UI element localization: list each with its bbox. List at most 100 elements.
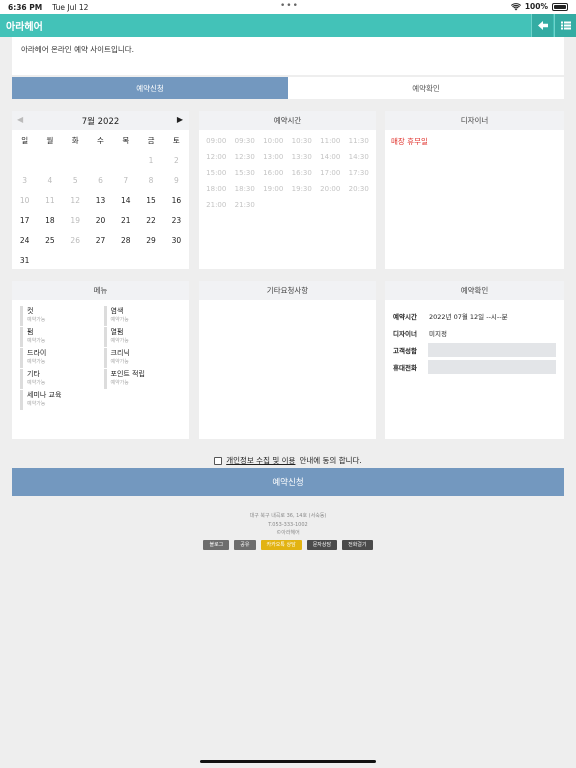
time-slot[interactable]: 20:30 <box>345 181 374 197</box>
confirm-designer-value: 미지정 <box>429 329 447 338</box>
menu-item[interactable]: 드라이 예약가능 <box>20 348 98 368</box>
calendar-day[interactable]: 19 <box>63 211 88 231</box>
time-slot[interactable]: 09:00 <box>202 133 231 149</box>
menu-item[interactable]: 염색 예약가능 <box>103 306 182 326</box>
menu-item[interactable]: 열펌 예약가능 <box>103 327 182 347</box>
time-slot[interactable]: 18:30 <box>231 181 260 197</box>
time-slot[interactable]: 20:00 <box>316 181 345 197</box>
calendar-day[interactable]: 5 <box>63 171 88 191</box>
calendar-grid: 일 월 화 수 목 금 토 1 2 3 4 5 6 7 8 9 10 11 12 13 14 15 16 17 18 19 20 21… <box>12 130 189 271</box>
menu-item-status: 예약가능 <box>110 359 129 365</box>
calendar-day[interactable]: 10 <box>12 191 37 211</box>
request-textarea[interactable] <box>199 300 376 438</box>
calendar-day[interactable]: 20 <box>88 211 113 231</box>
tab-reservation-request[interactable]: 예약신청 <box>12 77 288 99</box>
menu-list-icon[interactable] <box>554 14 576 37</box>
next-month-icon[interactable]: ▶ <box>177 115 183 124</box>
menu-item-name: 펌 <box>27 328 34 336</box>
app-title: 아라헤어 <box>6 22 43 33</box>
calendar-day[interactable]: 9 <box>164 171 189 191</box>
calendar-day[interactable]: 6 <box>88 171 113 191</box>
time-panel: 예약시간 09:00 09:30 10:00 10:30 11:00 11:30 12:00… <box>199 111 376 269</box>
time-slot[interactable]: 09:30 <box>231 133 260 149</box>
confirm-designer-label: 디자이너 <box>393 329 417 338</box>
time-slot[interactable]: 18:00 <box>202 181 231 197</box>
calendar-day[interactable]: 2 <box>164 151 189 171</box>
calendar-day[interactable]: 27 <box>88 231 113 251</box>
designer-panel-header: 디자이너 <box>385 111 564 130</box>
wifi-icon <box>510 2 521 10</box>
sms-consult-button[interactable]: 문자상담 <box>306 540 338 550</box>
customer-name-input[interactable] <box>427 342 556 357</box>
time-slot[interactable]: 19:00 <box>259 181 288 197</box>
calendar-day[interactable]: 15 <box>138 191 163 211</box>
time-slot[interactable]: 16:30 <box>288 165 317 181</box>
time-slot[interactable]: 13:30 <box>288 149 317 165</box>
calendar-day[interactable]: 4 <box>37 171 62 191</box>
back-arrow-icon[interactable] <box>531 14 553 37</box>
calendar-day[interactable]: 1 <box>138 151 163 171</box>
calendar-day[interactable]: 11 <box>37 191 62 211</box>
calendar-day[interactable]: 3 <box>12 171 37 191</box>
menu-item[interactable]: 포인트 적립 예약가능 <box>103 369 182 389</box>
menu-item[interactable]: 컷 예약가능 <box>20 306 98 326</box>
home-indicator[interactable] <box>200 760 376 763</box>
calendar-day[interactable]: 26 <box>63 231 88 251</box>
kakao-consult-button[interactable]: 카카오톡 상담 <box>260 540 302 550</box>
submit-reservation-button[interactable]: 예약신청 <box>12 468 564 496</box>
weekday-label: 금 <box>147 136 155 145</box>
calendar-day[interactable]: 22 <box>138 211 163 231</box>
time-slot[interactable]: 17:30 <box>345 165 374 181</box>
calendar-day[interactable]: 18 <box>37 211 62 231</box>
calendar-day[interactable]: 25 <box>37 231 62 251</box>
share-button[interactable]: 공유 <box>234 540 256 550</box>
call-button[interactable]: 전화걸기 <box>342 540 373 550</box>
time-slot[interactable]: 11:30 <box>345 133 374 149</box>
privacy-agree: 개인정보 수집 및 이용 안내에 동의 합니다. <box>0 455 576 466</box>
time-slot[interactable]: 21:30 <box>231 197 260 213</box>
time-slot[interactable]: 12:00 <box>202 149 231 165</box>
calendar-day[interactable]: 12 <box>63 191 88 211</box>
calendar-day[interactable]: 7 <box>113 171 138 191</box>
multitask-dots-icon[interactable]: ••• <box>280 2 299 11</box>
calendar-empty-cell <box>63 151 88 171</box>
calendar-day[interactable]: 29 <box>138 231 163 251</box>
menu-item[interactable]: 세미나 교육 예약가능 <box>20 390 98 410</box>
tab-reservation-check[interactable]: 예약확인 <box>288 77 564 99</box>
phone-input[interactable] <box>427 359 556 374</box>
calendar-day[interactable]: 14 <box>113 191 138 211</box>
time-slot[interactable]: 10:30 <box>288 133 317 149</box>
calendar-day[interactable]: 17 <box>12 211 37 231</box>
time-slot[interactable]: 14:30 <box>345 149 374 165</box>
time-slot[interactable]: 17:00 <box>316 165 345 181</box>
privacy-policy-link[interactable]: 개인정보 수집 및 이용 <box>226 455 295 466</box>
calendar-day[interactable]: 16 <box>164 191 189 211</box>
calendar-day[interactable]: 23 <box>164 211 189 231</box>
calendar-day[interactable]: 13 <box>88 191 113 211</box>
calendar-day[interactable]: 30 <box>164 231 189 251</box>
privacy-agree-checkbox[interactable] <box>214 456 223 465</box>
calendar-day[interactable]: 31 <box>12 251 37 271</box>
time-slot[interactable]: 16:00 <box>259 165 288 181</box>
time-slot[interactable]: 11:00 <box>316 133 345 149</box>
time-slot[interactable]: 15:30 <box>231 165 260 181</box>
menu-item-name: 컷 <box>27 307 34 315</box>
menu-item[interactable]: 크리닉 예약가능 <box>103 348 182 368</box>
time-slot[interactable]: 14:00 <box>316 149 345 165</box>
calendar-day[interactable]: 21 <box>113 211 138 231</box>
blog-button[interactable]: 블로그 <box>203 540 230 550</box>
calendar-month: 7월 2022 <box>81 117 120 127</box>
calendar-day[interactable]: 28 <box>113 231 138 251</box>
calendar-day[interactable]: 8 <box>138 171 163 191</box>
time-slot[interactable]: 21:00 <box>202 197 231 213</box>
calendar-empty-cell <box>113 151 138 171</box>
time-slot[interactable]: 13:00 <box>259 149 288 165</box>
time-slot[interactable]: 19:30 <box>288 181 317 197</box>
menu-item[interactable]: 기타 예약가능 <box>20 369 98 389</box>
time-slot[interactable]: 12:30 <box>231 149 260 165</box>
time-slot[interactable]: 15:00 <box>202 165 231 181</box>
menu-item[interactable]: 펌 예약가능 <box>20 327 98 347</box>
calendar-day[interactable]: 24 <box>12 231 37 251</box>
time-slot[interactable]: 10:00 <box>259 133 288 149</box>
menu-list: 컷 예약가능 염색 예약가능 펌 예약가능 열펌 예약가능 드라이 예약가능 크리닉 예약가능 기타 예약… <box>12 300 189 410</box>
